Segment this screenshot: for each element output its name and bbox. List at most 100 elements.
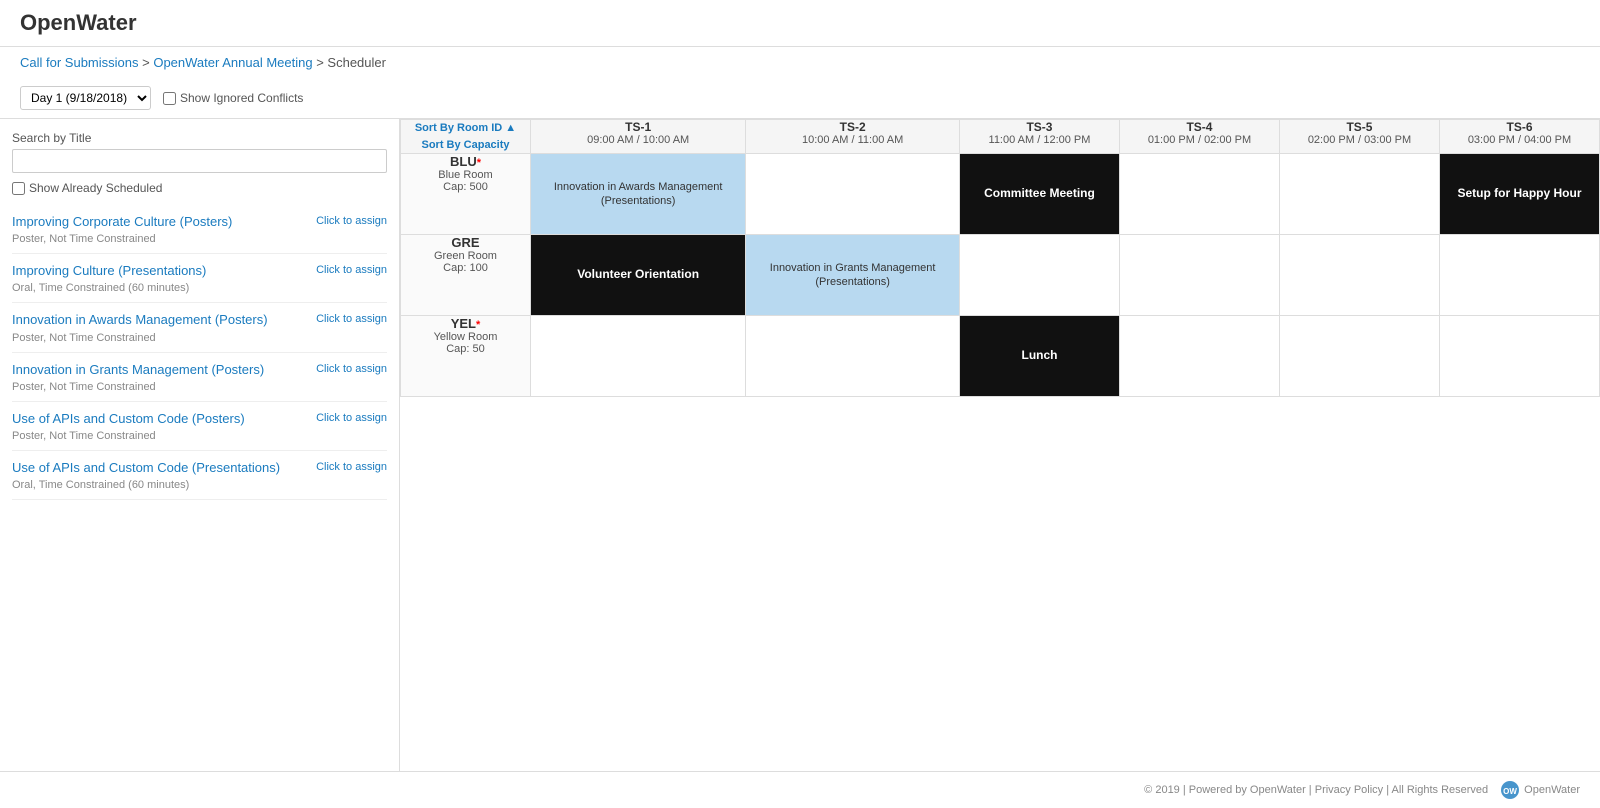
room-name-YEL: Yellow Room [401,331,530,343]
main-layout: Search by Title Show Already Scheduled I… [0,119,1600,771]
click-to-assign-0[interactable]: Click to assign [316,215,387,227]
event-BLU-TS-6[interactable]: Setup for Happy Hour [1440,154,1599,234]
ts-6-time: 03:00 PM / 04:00 PM [1440,134,1599,146]
ts-3-id: TS-3 [960,120,1119,134]
submission-item: Innovation in Grants Management (Posters… [12,353,387,402]
ts-header-5: TS-5 02:00 PM / 03:00 PM [1279,120,1439,154]
empty-GRE-TS-5 [1280,235,1439,315]
submission-title-5[interactable]: Use of APIs and Custom Code (Presentatio… [12,459,308,477]
submission-meta-2: Poster, Not Time Constrained [12,332,308,344]
empty-GRE-TS-4 [1120,235,1279,315]
footer-logo: OW OpenWater [1500,780,1580,800]
click-to-assign-2[interactable]: Click to assign [316,313,387,325]
ts-2-time: 10:00 AM / 11:00 AM [746,134,959,146]
sched-cell-YEL-TS-2[interactable] [746,316,960,397]
submission-item: Use of APIs and Custom Code (Presentatio… [12,451,387,500]
sched-cell-BLU-TS-4[interactable] [1119,154,1279,235]
room-asterisk-YEL: * [476,319,480,331]
empty-GRE-TS-3 [960,235,1119,315]
breadcrumb-annual-meeting[interactable]: OpenWater Annual Meeting [153,55,312,70]
empty-BLU-TS-5 [1280,154,1439,234]
sched-cell-BLU-TS-5[interactable] [1279,154,1439,235]
sched-cell-YEL-TS-3[interactable]: Lunch [959,316,1119,397]
footer-copyright: © 2019 | Powered by OpenWater | Privacy … [1144,784,1488,796]
sched-cell-GRE-TS-2[interactable]: Innovation in Grants Management (Present… [746,235,960,316]
submission-meta-1: Oral, Time Constrained (60 minutes) [12,282,308,294]
room-name-BLU: Blue Room [401,169,530,181]
submission-title-0[interactable]: Improving Corporate Culture (Posters) [12,213,308,231]
sort-by-capacity[interactable]: Sort By Capacity [401,137,530,154]
sched-cell-YEL-TS-6[interactable] [1439,316,1599,397]
empty-YEL-TS-1 [531,316,745,396]
room-row-BLU: BLU* Blue Room Cap: 500Innovation in Awa… [401,154,1600,235]
sched-cell-BLU-TS-2[interactable] [746,154,960,235]
app-title: OpenWater [20,10,137,35]
empty-GRE-TS-6 [1440,235,1599,315]
show-ignored-label[interactable]: Show Ignored Conflicts [163,91,303,105]
submission-list: Improving Corporate Culture (Posters) Po… [12,205,387,500]
sched-cell-GRE-TS-6[interactable] [1439,235,1599,316]
show-scheduled-label[interactable]: Show Already Scheduled [12,181,387,195]
ts-1-time: 09:00 AM / 10:00 AM [531,134,745,146]
submission-meta-3: Poster, Not Time Constrained [12,381,308,393]
sched-cell-GRE-TS-4[interactable] [1119,235,1279,316]
footer: © 2019 | Powered by OpenWater | Privacy … [0,771,1600,808]
ts-4-time: 01:00 PM / 02:00 PM [1120,134,1279,146]
ts-4-id: TS-4 [1120,120,1279,134]
ts-5-id: TS-5 [1280,120,1439,134]
show-scheduled-text: Show Already Scheduled [29,181,162,195]
submission-title-1[interactable]: Improving Culture (Presentations) [12,262,308,280]
openwater-brand: OpenWater [1524,784,1580,796]
click-to-assign-4[interactable]: Click to assign [316,412,387,424]
event-YEL-TS-3[interactable]: Lunch [960,316,1119,396]
event-BLU-TS-3[interactable]: Committee Meeting [960,154,1119,234]
room-asterisk-BLU: * [477,157,481,169]
room-id-YEL: YEL* [401,316,530,331]
ts-6-id: TS-6 [1440,120,1599,134]
sched-cell-BLU-TS-1[interactable]: Innovation in Awards Management (Present… [531,154,746,235]
submission-item-left-2: Innovation in Awards Management (Posters… [12,311,308,343]
submission-item: Improving Corporate Culture (Posters) Po… [12,205,387,254]
ts-header-3: TS-3 11:00 AM / 12:00 PM [959,120,1119,154]
submission-meta-4: Poster, Not Time Constrained [12,430,308,442]
click-to-assign-5[interactable]: Click to assign [316,461,387,473]
sched-cell-GRE-TS-3[interactable] [959,235,1119,316]
room-name-GRE: Green Room [401,250,530,262]
room-cap-YEL: Cap: 50 [401,343,530,355]
sched-cell-YEL-TS-4[interactable] [1119,316,1279,397]
room-id-BLU: BLU* [401,154,530,169]
submission-meta-0: Poster, Not Time Constrained [12,233,308,245]
event-BLU-TS-1[interactable]: Innovation in Awards Management (Present… [531,154,745,234]
sched-cell-GRE-TS-5[interactable] [1279,235,1439,316]
sched-cell-BLU-TS-3[interactable]: Committee Meeting [959,154,1119,235]
sort-by-room-id[interactable]: Sort By Room ID ▲ [401,120,530,137]
search-input[interactable] [12,149,387,173]
submission-title-4[interactable]: Use of APIs and Custom Code (Posters) [12,410,308,428]
click-to-assign-3[interactable]: Click to assign [316,363,387,375]
room-cap-BLU: Cap: 500 [401,181,530,193]
sched-cell-YEL-TS-1[interactable] [531,316,746,397]
show-ignored-text: Show Ignored Conflicts [180,91,303,105]
submission-title-3[interactable]: Innovation in Grants Management (Posters… [12,361,308,379]
search-label: Search by Title [12,131,387,145]
ts-2-id: TS-2 [746,120,959,134]
show-scheduled-checkbox[interactable] [12,182,25,195]
sched-cell-YEL-TS-5[interactable] [1279,316,1439,397]
submission-title-2[interactable]: Innovation in Awards Management (Posters… [12,311,308,329]
sched-cell-GRE-TS-1[interactable]: Volunteer Orientation [531,235,746,316]
show-ignored-checkbox[interactable] [163,92,176,105]
room-row-YEL: YEL* Yellow Room Cap: 50 Lunch [401,316,1600,397]
room-cell-GRE: GRE Green Room Cap: 100 [401,235,531,316]
sched-cell-BLU-TS-6[interactable]: Setup for Happy Hour [1439,154,1599,235]
app-header: OpenWater [0,0,1600,47]
room-id-GRE: GRE [401,235,530,250]
empty-YEL-TS-2 [746,316,959,396]
scheduler-table: Sort By Room ID ▲ Sort By Capacity TS-1 … [400,119,1600,397]
day-select[interactable]: Day 1 (9/18/2018) Day 2 (9/19/2018) [20,86,151,110]
breadcrumb-call-for-submissions[interactable]: Call for Submissions [20,55,139,70]
submission-meta-5: Oral, Time Constrained (60 minutes) [12,479,308,491]
click-to-assign-1[interactable]: Click to assign [316,264,387,276]
event-GRE-TS-1[interactable]: Volunteer Orientation [531,235,745,315]
event-GRE-TS-2[interactable]: Innovation in Grants Management (Present… [746,235,959,315]
empty-YEL-TS-5 [1280,316,1439,396]
